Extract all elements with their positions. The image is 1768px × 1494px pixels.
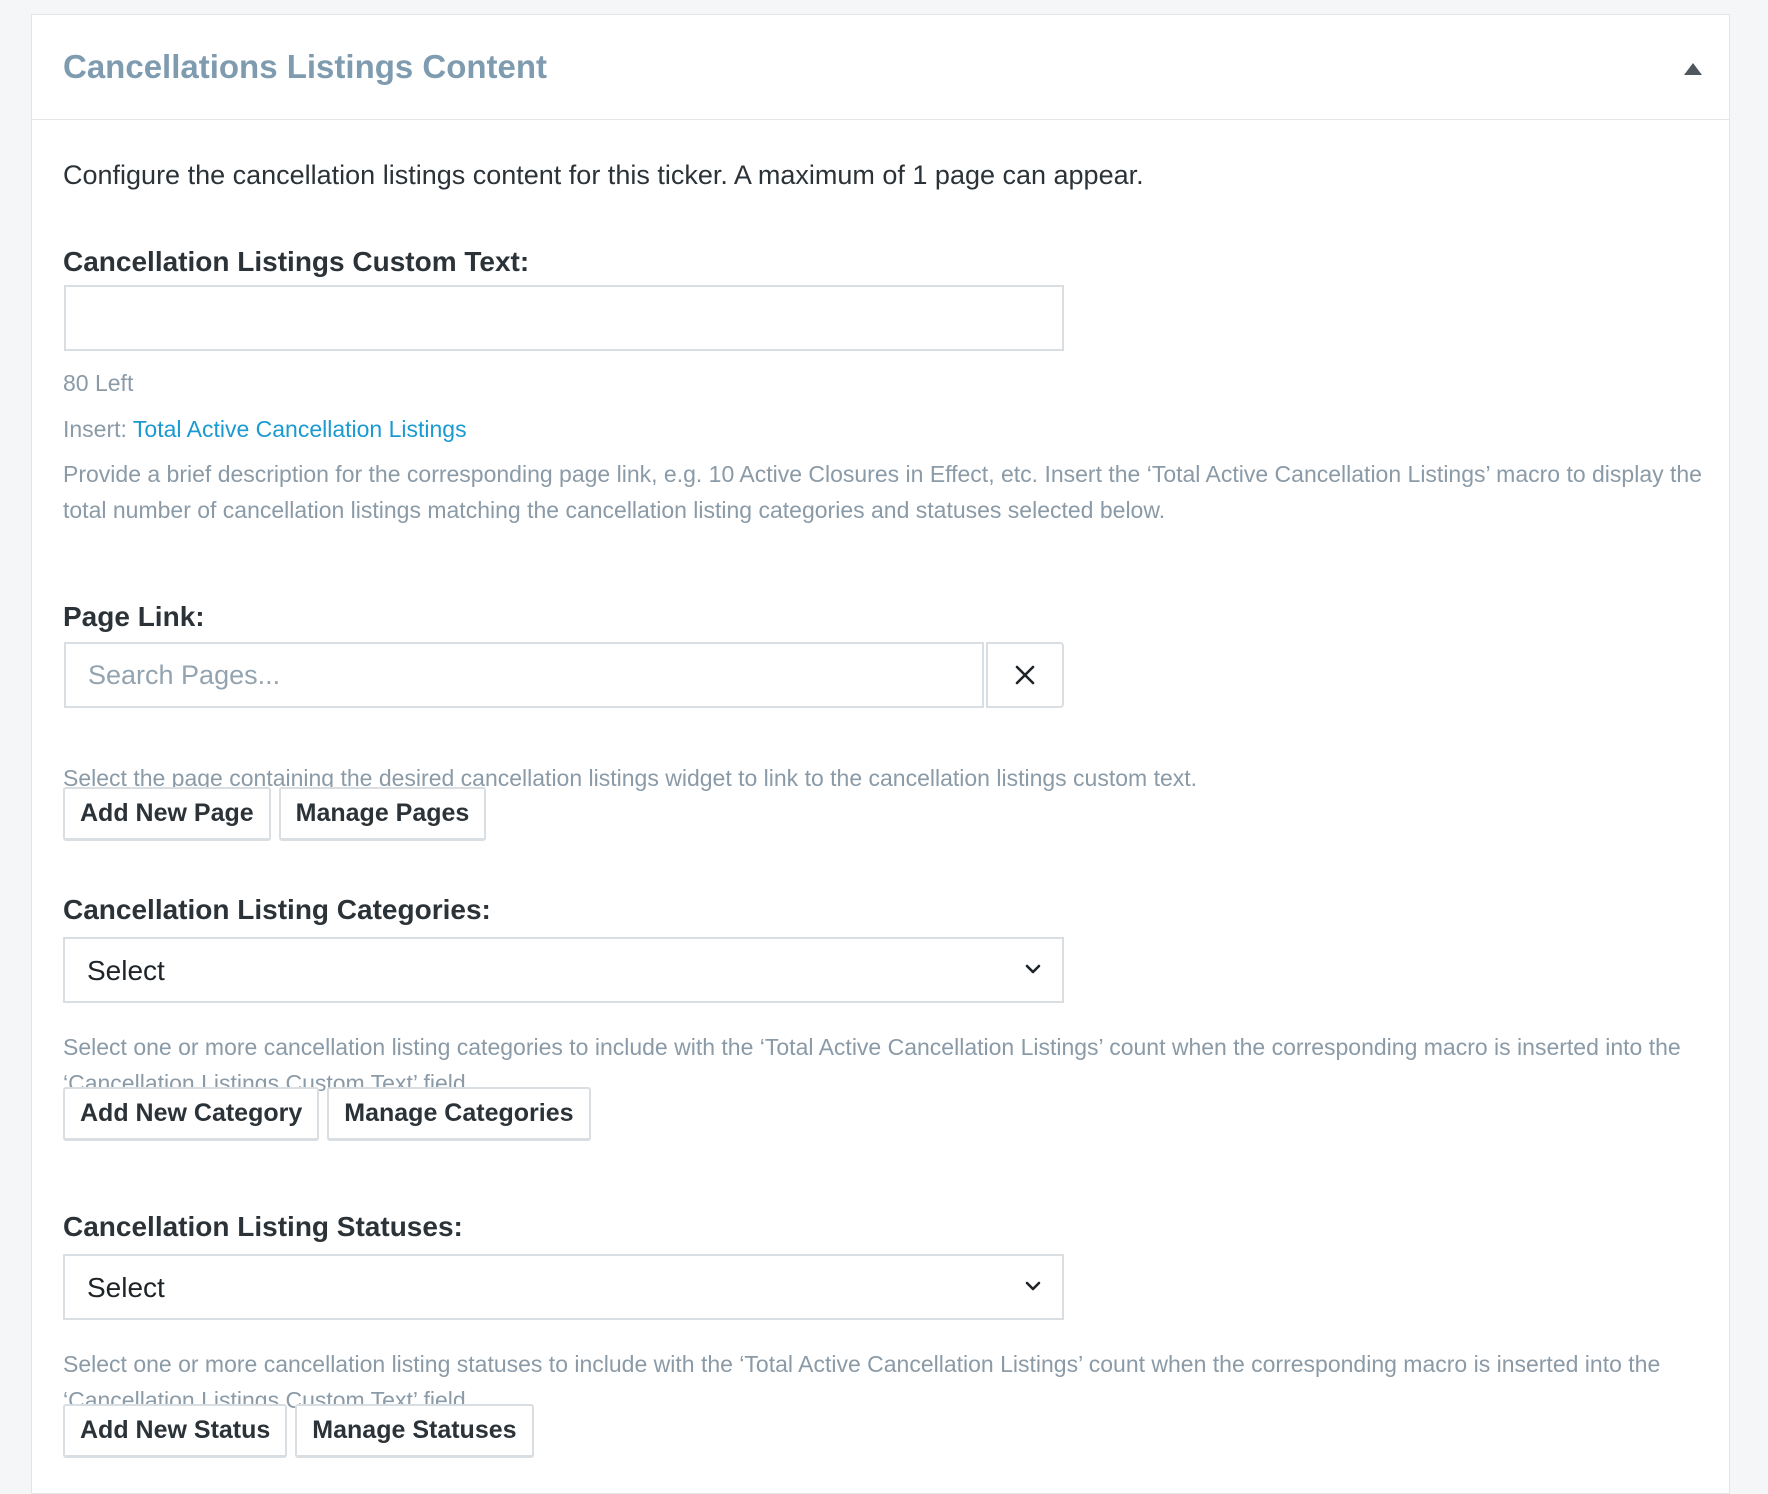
- page-buttons: Add New Page Manage Pages: [63, 787, 487, 841]
- panel-header[interactable]: Cancellations Listings Content: [32, 15, 1729, 120]
- statuses-select[interactable]: Select: [63, 1254, 1064, 1320]
- panel-intro: Configure the cancellation listings cont…: [63, 160, 1144, 190]
- caret-up-icon[interactable]: [1683, 61, 1703, 77]
- page-link-label: Page Link:: [63, 601, 205, 632]
- categories-selected-value: Select: [87, 955, 165, 986]
- character-counter: 80 Left: [63, 370, 134, 396]
- add-new-status-button[interactable]: Add New Status: [63, 1404, 288, 1458]
- content-panel: Cancellations Listings Content Configure…: [31, 14, 1730, 1494]
- categories-label: Cancellation Listing Categories:: [63, 894, 491, 925]
- insert-prefix: Insert:: [63, 416, 127, 442]
- insert-total-active-link[interactable]: Total Active Cancellation Listings: [133, 416, 467, 442]
- search-pages-input[interactable]: [64, 642, 984, 708]
- custom-text-help: Provide a brief description for the corr…: [63, 461, 1702, 523]
- status-buttons: Add New Status Manage Statuses: [63, 1404, 534, 1458]
- categories-select[interactable]: Select: [63, 937, 1064, 1003]
- manage-pages-button[interactable]: Manage Pages: [278, 787, 487, 841]
- manage-categories-button[interactable]: Manage Categories: [327, 1087, 591, 1141]
- clear-search-button[interactable]: [986, 642, 1064, 708]
- chevron-down-icon: [1025, 1281, 1041, 1291]
- category-buttons: Add New Category Manage Categories: [63, 1087, 591, 1141]
- add-new-category-button[interactable]: Add New Category: [63, 1087, 320, 1141]
- custom-text-input[interactable]: [64, 285, 1064, 351]
- insert-macro-row: Insert: Total Active Cancellation Listin…: [63, 416, 467, 443]
- add-new-page-button[interactable]: Add New Page: [63, 787, 271, 841]
- close-icon: [1015, 665, 1035, 685]
- statuses-selected-value: Select: [87, 1272, 165, 1303]
- panel-title: Cancellations Listings Content: [63, 48, 548, 85]
- statuses-label: Cancellation Listing Statuses:: [63, 1211, 463, 1242]
- page-search: [64, 642, 1064, 708]
- chevron-down-icon: [1025, 964, 1041, 974]
- custom-text-label: Cancellation Listings Custom Text:: [63, 246, 530, 277]
- manage-statuses-button[interactable]: Manage Statuses: [295, 1404, 534, 1458]
